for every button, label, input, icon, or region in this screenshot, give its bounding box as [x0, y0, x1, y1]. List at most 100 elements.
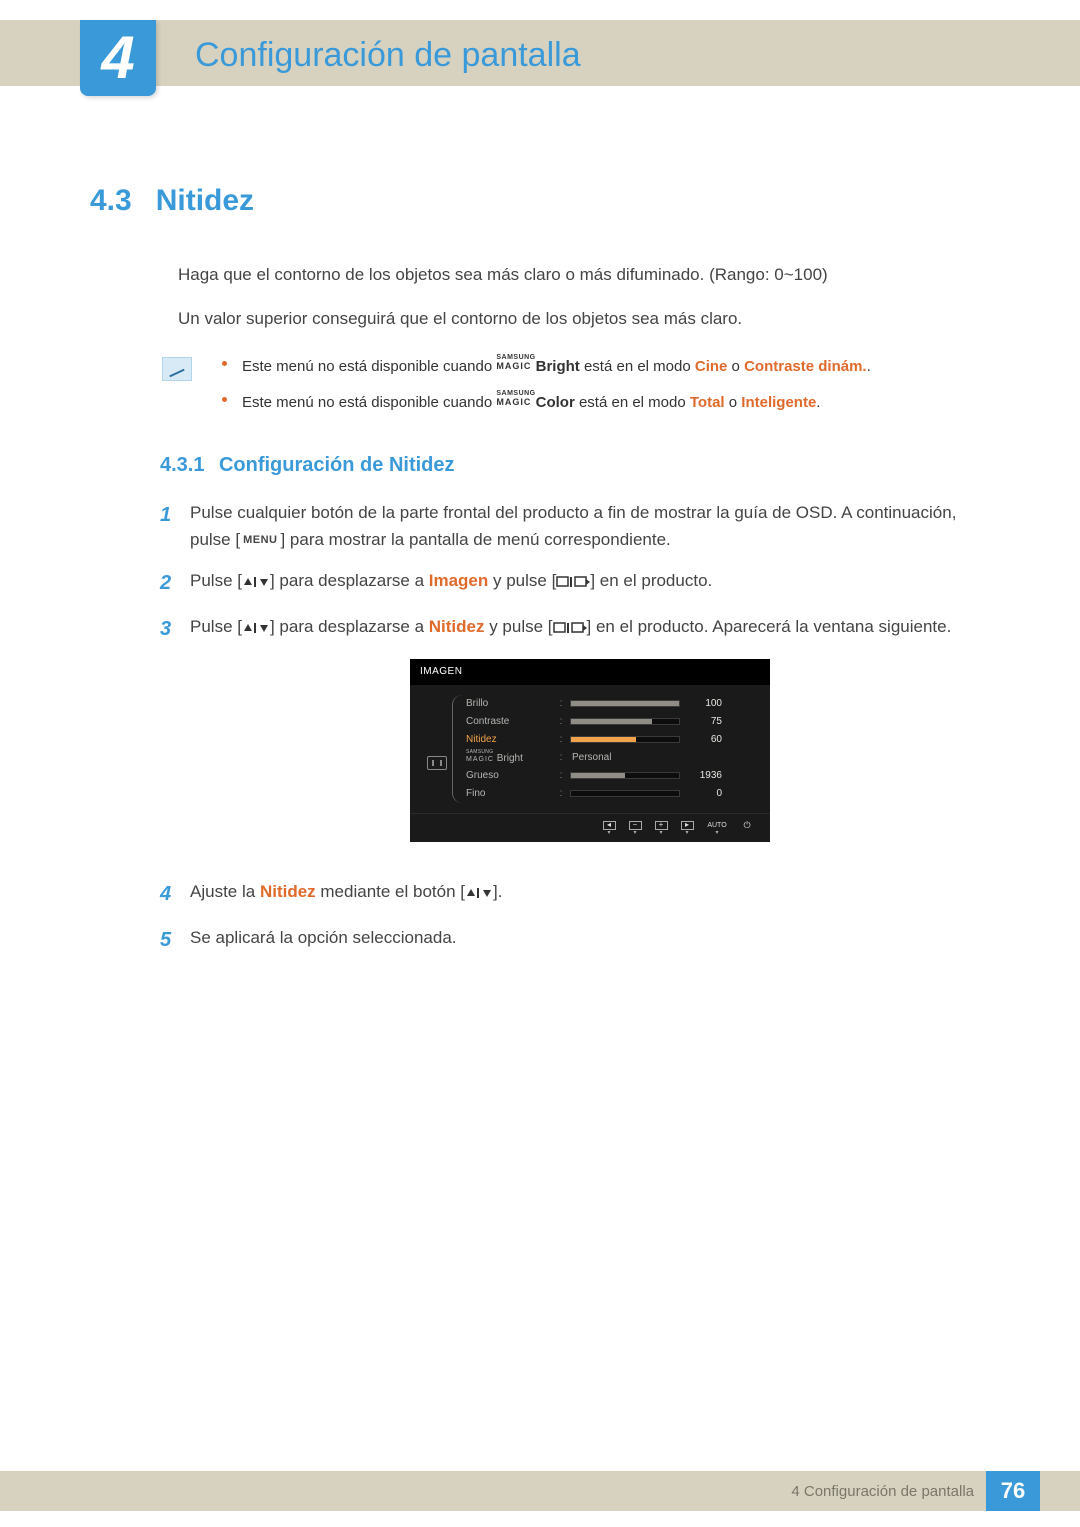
step-text: ].: [493, 882, 502, 901]
step-number: 1: [160, 499, 190, 553]
osd-row-label: Fino: [466, 786, 552, 802]
osd-nav-left-icon: ◂▾: [600, 820, 618, 832]
screen-toggle-icon: [553, 622, 587, 634]
up-down-icon: [242, 576, 270, 588]
step-5: 5 Se aplicará la opción seleccionada.: [160, 924, 990, 956]
menu-button-label: MENU: [240, 531, 280, 551]
samsung-magic-logo: SAMSUNGMAGIC: [496, 389, 535, 407]
step-1: 1 Pulse cualquier botón de la parte fron…: [160, 499, 990, 553]
osd-row-label: Nitidez: [466, 732, 552, 748]
up-down-icon: [465, 887, 493, 899]
highlight-inteligente: Inteligente: [741, 394, 816, 411]
osd-colon: :: [558, 768, 564, 784]
osd-row: Brillo: 100: [466, 695, 756, 713]
subsection-number: 4.3.1: [160, 454, 204, 476]
steps-list: 1 Pulse cualquier botón de la parte fron…: [160, 499, 990, 956]
osd-screenshot: IMAGEN Brillo:100Contraste:75Nitidez:60S…: [410, 659, 770, 842]
subsection-title: Configuración de Nitidez: [219, 454, 455, 476]
note-text: Este menú no está disponible cuando: [242, 358, 496, 375]
note-item-2: Este menú no está disponible cuando SAMS…: [222, 389, 871, 415]
step-3: 3 Pulse [] para desplazarse a Nitidez y …: [160, 613, 990, 863]
note-item-1: Este menú no está disponible cuando SAMS…: [222, 353, 871, 379]
osd-picture-icon: [427, 756, 447, 770]
highlight-imagen: Imagen: [429, 571, 489, 590]
magic-suffix: Bright: [536, 358, 580, 375]
highlight-total: Total: [690, 394, 725, 411]
osd-row-label: Grueso: [466, 768, 552, 784]
osd-colon: :: [558, 750, 564, 766]
step-text: mediante el botón [: [316, 882, 465, 901]
step-number: 2: [160, 567, 190, 599]
osd-side-icon-col: [424, 695, 450, 803]
osd-row-label: Contraste: [466, 714, 552, 730]
step-4: 4 Ajuste la Nitidez mediante el botón []…: [160, 878, 990, 910]
chapter-number-badge: 4: [80, 20, 156, 96]
step-text: Ajuste la: [190, 882, 260, 901]
magic-suffix: Color: [536, 394, 575, 411]
osd-row: Fino: 0: [466, 785, 756, 803]
osd-slider-bar: [570, 700, 680, 707]
osd-value: 100: [686, 696, 722, 712]
osd-row: Grueso: 1936: [466, 767, 756, 785]
note-text: Este menú no está disponible cuando: [242, 394, 496, 411]
osd-nav-plus-icon: +▾: [652, 820, 670, 832]
note-text: .: [816, 394, 820, 411]
step-2: 2 Pulse [ ] para desplazarse a Imagen y p…: [160, 567, 990, 599]
osd-nav-enter-icon: ▸▾: [678, 820, 696, 832]
note-text: está en el modo: [580, 358, 695, 375]
step-number: 3: [160, 613, 190, 863]
osd-slider-bar: [570, 772, 680, 779]
step-text: Pulse [: [190, 571, 242, 590]
step-number: 4: [160, 878, 190, 910]
osd-nav-auto-label: AUTO▾: [704, 820, 730, 832]
step-number: 5: [160, 924, 190, 956]
osd-value: 60: [686, 732, 722, 748]
osd-title: IMAGEN: [410, 659, 770, 685]
section-number: 4.3: [90, 184, 132, 218]
osd-slider-bar: [570, 790, 680, 797]
osd-colon: :: [558, 732, 564, 748]
osd-slider-bar: [570, 718, 680, 725]
note-icon: [162, 357, 192, 381]
note-text: .: [867, 358, 871, 375]
step-text: ] para mostrar la pantalla de menú corre…: [280, 530, 670, 549]
osd-value: 1936: [686, 768, 722, 784]
step-text: ] para desplazarse a: [270, 617, 429, 636]
step-text: Se aplicará la opción seleccionada.: [190, 924, 990, 956]
osd-colon: :: [558, 786, 564, 802]
chapter-title: Configuración de pantalla: [195, 36, 581, 75]
osd-row: Nitidez: 60: [466, 731, 756, 749]
subsection-heading: 4.3.1 Configuración de Nitidez: [160, 454, 990, 477]
intro-paragraph-1: Haga que el contorno de los objetos sea …: [178, 262, 990, 288]
osd-footer: ◂▾ −▾ +▾ ▸▾ AUTO▾ ⏻: [410, 813, 770, 836]
osd-row: SAMSUNGMAGIC Bright: Personal: [466, 749, 756, 767]
page-content: 4.3 Nitidez Haga que el contorno de los …: [90, 184, 990, 970]
screen-toggle-icon: [556, 576, 590, 588]
step-text: ] en el producto. Aparecerá la ventana s…: [587, 617, 952, 636]
note-block: Este menú no está disponible cuando SAMS…: [162, 353, 990, 424]
osd-nav-power-icon: ⏻: [738, 820, 756, 832]
page-footer: 4 Configuración de pantalla 76: [0, 1471, 1080, 1511]
osd-value: 75: [686, 714, 722, 730]
footer-chapter-label: 4 Configuración de pantalla: [791, 1483, 974, 1500]
osd-nav-minus-icon: −▾: [626, 820, 644, 832]
highlight-contraste: Contraste dinám.: [744, 358, 867, 375]
osd-colon: :: [558, 714, 564, 730]
step-text: y pulse [: [488, 571, 556, 590]
samsung-magic-logo: SAMSUNGMAGIC: [496, 353, 535, 371]
osd-colon: :: [558, 696, 564, 712]
note-text: o: [727, 358, 744, 375]
note-text: está en el modo: [575, 394, 690, 411]
highlight-nitidez: Nitidez: [429, 617, 485, 636]
up-down-icon: [242, 622, 270, 634]
highlight-nitidez: Nitidez: [260, 882, 316, 901]
osd-text-value: Personal: [570, 750, 611, 766]
step-text: ] en el producto.: [590, 571, 712, 590]
osd-value: 0: [686, 786, 722, 802]
page-number-badge: 76: [986, 1471, 1040, 1511]
step-text: ] para desplazarse a: [270, 571, 429, 590]
osd-row-label: SAMSUNGMAGIC Bright: [466, 749, 552, 767]
osd-bracket-decoration: [452, 695, 462, 803]
step-text: y pulse [: [484, 617, 552, 636]
osd-row-label: Brillo: [466, 696, 552, 712]
